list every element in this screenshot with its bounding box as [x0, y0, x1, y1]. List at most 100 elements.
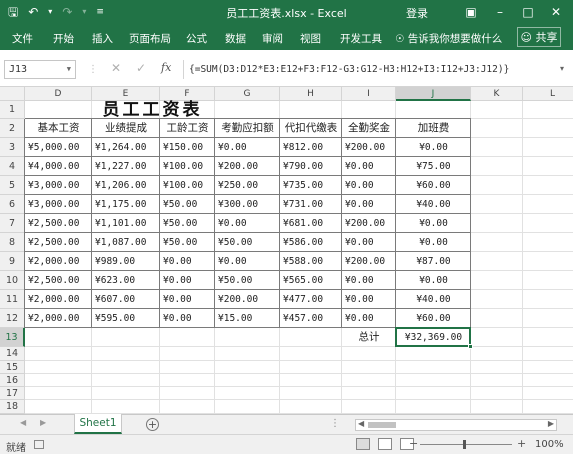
row-header-15[interactable]: 15 [0, 361, 25, 374]
fill-handle[interactable] [468, 344, 473, 349]
table-cell[interactable]: ¥0.00 [163, 252, 215, 271]
row-header-14[interactable]: 14 [0, 347, 25, 361]
worksheet-grid[interactable]: D E F G H I J K L 1 2 3 4 5 6 7 8 9 10 11 12 13 14 15 16 17 18 员工工资… [0, 87, 573, 414]
table-cell[interactable]: ¥4,000.00 [28, 157, 92, 176]
table-cell[interactable]: ¥5,000.00 [28, 138, 92, 157]
table-cell[interactable]: ¥790.00 [283, 157, 342, 176]
table-cell[interactable]: ¥0.00 [345, 157, 396, 176]
table-cell[interactable]: ¥588.00 [283, 252, 342, 271]
table-cell[interactable]: ¥60.00 [396, 176, 471, 195]
tab-file[interactable]: 文件 [12, 31, 33, 46]
enter-icon[interactable]: ✓ [136, 61, 146, 75]
table-cell[interactable]: ¥3,000.00 [28, 195, 92, 214]
row-header-2[interactable]: 2 [0, 119, 25, 138]
table-cell[interactable]: ¥0.00 [345, 290, 396, 309]
expand-formula-bar-icon[interactable]: ▾ [560, 64, 564, 73]
table-cell[interactable]: ¥586.00 [283, 233, 342, 252]
prev-sheet-icon[interactable]: ◀ [20, 418, 26, 427]
row-header-6[interactable]: 6 [0, 195, 25, 214]
table-cell[interactable]: ¥595.00 [95, 309, 160, 328]
table-cell[interactable]: ¥0.00 [345, 176, 396, 195]
tab-view[interactable]: 视图 [300, 31, 321, 46]
table-cell[interactable]: ¥200.00 [345, 252, 396, 271]
zoom-out-icon[interactable]: − [409, 437, 418, 450]
table-cell[interactable]: ¥60.00 [396, 309, 471, 328]
table-cell[interactable]: ¥40.00 [396, 290, 471, 309]
table-cell[interactable]: ¥681.00 [283, 214, 342, 233]
tab-review[interactable]: 审阅 [262, 31, 283, 46]
row-header-3[interactable]: 3 [0, 138, 25, 157]
table-cell[interactable]: ¥15.00 [218, 309, 280, 328]
table-cell[interactable]: ¥100.00 [163, 176, 215, 195]
table-cell[interactable]: ¥0.00 [345, 195, 396, 214]
zoom-in-icon[interactable]: + [517, 437, 526, 450]
table-cell[interactable]: ¥250.00 [218, 176, 280, 195]
table-cell[interactable]: ¥50.00 [218, 233, 280, 252]
table-cell[interactable]: ¥50.00 [163, 214, 215, 233]
tab-home[interactable]: 开始 [53, 31, 74, 46]
table-cell[interactable]: ¥731.00 [283, 195, 342, 214]
row-header-10[interactable]: 10 [0, 271, 25, 290]
next-sheet-icon[interactable]: ▶ [40, 418, 46, 427]
minimize-icon[interactable]: – [487, 2, 513, 22]
table-cell[interactable]: ¥50.00 [163, 233, 215, 252]
formula-input[interactable]: {=SUM(D3:D12*E3:E12+F3:F12-G3:G12-H3:H12… [183, 60, 555, 79]
page-layout-view-icon[interactable] [378, 438, 392, 450]
table-cell[interactable]: ¥2,500.00 [28, 214, 92, 233]
tell-me-box[interactable]: ☉ 告诉我你想要做什么 [395, 31, 502, 46]
row-header-9[interactable]: 9 [0, 252, 25, 271]
column-header-k[interactable]: K [471, 87, 523, 101]
table-cell[interactable]: ¥1,206.00 [95, 176, 160, 195]
close-icon[interactable]: ✕ [543, 2, 569, 22]
table-cell[interactable]: ¥50.00 [163, 195, 215, 214]
table-cell[interactable]: ¥75.00 [396, 157, 471, 176]
table-cell[interactable]: ¥40.00 [396, 195, 471, 214]
table-cell[interactable]: ¥2,000.00 [28, 290, 92, 309]
table-cell[interactable]: ¥989.00 [95, 252, 160, 271]
row-header-17[interactable]: 17 [0, 387, 25, 400]
normal-view-icon[interactable] [356, 438, 370, 450]
chevron-down-icon[interactable]: ▼ [67, 61, 71, 78]
row-header-13[interactable]: 13 [0, 328, 25, 347]
table-cell[interactable]: ¥200.00 [345, 138, 396, 157]
table-cell[interactable]: ¥0.00 [163, 290, 215, 309]
table-cell[interactable]: ¥2,000.00 [28, 252, 92, 271]
table-cell[interactable]: ¥0.00 [218, 214, 280, 233]
row-header-18[interactable]: 18 [0, 400, 25, 414]
table-cell[interactable]: ¥0.00 [345, 309, 396, 328]
table-cell[interactable]: ¥87.00 [396, 252, 471, 271]
column-header-j[interactable]: J [396, 87, 471, 101]
table-cell[interactable]: ¥300.00 [218, 195, 280, 214]
horizontal-scrollbar[interactable]: ◀ ▶ [355, 419, 557, 431]
table-cell[interactable]: ¥50.00 [218, 271, 280, 290]
tab-developer[interactable]: 开发工具 [340, 31, 382, 46]
tab-page-layout[interactable]: 页面布局 [129, 31, 171, 46]
table-cell[interactable]: ¥1,227.00 [95, 157, 160, 176]
table-cell[interactable]: ¥457.00 [283, 309, 342, 328]
row-header-5[interactable]: 5 [0, 176, 25, 195]
tab-insert[interactable]: 插入 [92, 31, 113, 46]
sheet-tab-sheet1[interactable]: Sheet1 [74, 414, 122, 434]
table-cell[interactable]: ¥623.00 [95, 271, 160, 290]
tab-formulas[interactable]: 公式 [186, 31, 207, 46]
cancel-icon[interactable]: ✕ [111, 61, 121, 75]
table-cell[interactable]: ¥200.00 [218, 157, 280, 176]
table-cell[interactable]: ¥2,500.00 [28, 271, 92, 290]
login-link[interactable]: 登录 [406, 5, 428, 21]
column-header-h[interactable]: H [280, 87, 342, 101]
select-all-corner[interactable] [0, 87, 25, 101]
table-cell[interactable]: ¥1,087.00 [95, 233, 160, 252]
table-cell[interactable]: ¥0.00 [396, 233, 471, 252]
table-cell[interactable]: ¥1,264.00 [95, 138, 160, 157]
resize-handle-icon[interactable]: ⋮ [88, 64, 98, 75]
insert-function-icon[interactable]: fx [161, 61, 171, 74]
maximize-icon[interactable]: □ [515, 2, 541, 22]
add-sheet-icon[interactable]: + [146, 418, 159, 431]
column-header-l[interactable]: L [523, 87, 573, 101]
table-cell[interactable]: ¥607.00 [95, 290, 160, 309]
active-cell-outline[interactable] [395, 327, 473, 349]
zoom-slider[interactable] [420, 444, 512, 445]
table-cell[interactable]: ¥565.00 [283, 271, 342, 290]
table-cell[interactable]: ¥0.00 [218, 138, 280, 157]
scroll-right-icon[interactable]: ▶ [548, 419, 554, 428]
